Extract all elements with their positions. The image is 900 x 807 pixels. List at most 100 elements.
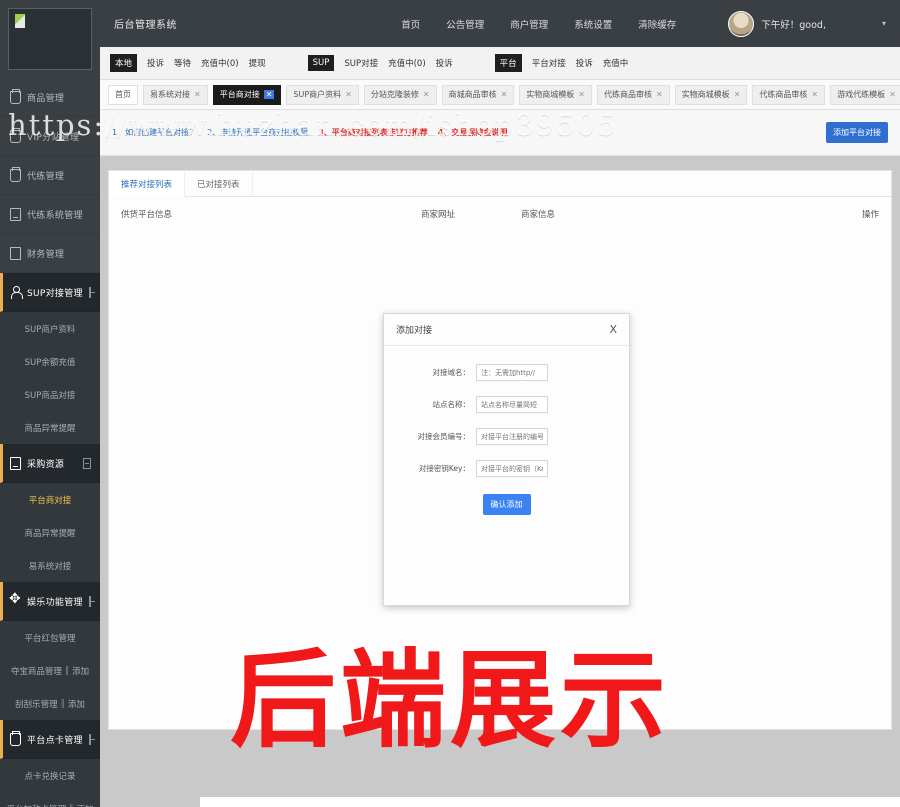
column-header-action: 操作 [861,210,879,220]
sidebar-subitem-label: 商品异常提醒 [24,423,76,434]
notice-link-4[interactable]: 4、交易保障金说明 [438,127,508,138]
sidebar-subitem-sup-merchant[interactable]: SUP商户资料 [0,312,100,345]
app-logo-icon [15,14,25,28]
close-icon[interactable]: ✕ [578,90,585,99]
sidebar-subitem-add-link[interactable]: 添加 [72,665,89,677]
sidebar-subitem-goods-exception[interactable]: 商品异常提醒 [0,516,100,549]
site-name-input[interactable] [476,396,548,413]
status-link-platform-recharging[interactable]: 充值中 [603,57,629,69]
tab-docked-list[interactable]: 已对接列表 [185,171,253,196]
sidebar-subitem-add-link[interactable]: 添加 [68,698,85,710]
add-platform-docking-button[interactable]: 添加平台对接 [826,122,888,143]
close-icon[interactable]: ✕ [656,90,663,99]
nav-home[interactable]: 首页 [401,17,420,31]
sidebar-item-purchase[interactable]: 采购资源 [0,444,100,483]
sidebar-subitem-scratch[interactable]: 刮刮乐管理 ‖ 添加 [0,687,100,720]
sidebar-item-label: 财务管理 [27,249,65,260]
tab-label: 实物商城模板 [526,90,575,99]
panel-tab-label: 已对接列表 [197,179,240,190]
notice-link-2[interactable]: 2、申请开通平台商对接权限 [207,127,308,138]
field-label-domain: 对接域名： [432,368,471,377]
top-nav: 首页 公告管理 商户管理 系统设置 清除缓存 下午好！good, ▾ [401,10,886,37]
close-icon[interactable]: ✕ [423,90,430,99]
close-icon[interactable]: ✕ [889,90,896,99]
sidebar-subitem-redpacket[interactable]: 平台红包管理 [0,621,100,654]
sidebar-item-boost-system[interactable]: 代练系统管理 [0,195,100,234]
sidebar-subitem-label: 易系统对接 [28,561,72,572]
close-icon[interactable]: ✕ [811,90,818,99]
sidebar-subitem-treasure[interactable]: 夺宝商品管理 ‖ 添加 [0,654,100,687]
status-link-waiting[interactable]: 等待 [174,57,191,69]
status-badge: 本地 [110,54,138,72]
collapse-icon[interactable] [88,733,96,745]
sidebar-subitem-add-link[interactable]: 添加 [76,803,93,807]
status-link-sup-docking[interactable]: SUP对接 [344,57,378,69]
form-row-sitename: 站点名称： [384,396,629,413]
sidebar-item-vip[interactable]: VIP分站管理 [0,117,100,156]
tab-physical-template[interactable]: 实物商城模板 ✕ [519,84,592,105]
close-icon[interactable]: ✕ [345,90,352,99]
tab-label: 首页 [115,90,131,99]
domain-input[interactable] [476,364,548,381]
notice-link-3[interactable]: 3、平台商对接列表非官方推荐 [318,127,428,138]
sidebar-item-goods[interactable]: 商品管理 [0,78,100,117]
sidebar-subitem-yi-system[interactable]: 易系统对接 [0,549,100,582]
divider: ‖ [64,665,70,676]
status-link-sup-recharging[interactable]: 充值中(0) [388,57,426,69]
nav-notice[interactable]: 公告管理 [446,17,484,31]
tab-subsite-clone[interactable]: 分站克隆装修 ✕ [363,84,437,105]
status-link-platform-docking[interactable]: 平台对接 [532,57,566,69]
modal-footer: 确认添加 [384,492,629,515]
collapse-icon[interactable] [83,457,91,469]
notice-link-1[interactable]: 1、如何创建平台对接？ [112,127,197,138]
tab-platform-docking[interactable]: 平台商对接 ✕ [212,84,282,105]
sidebar-subitem-label: 平台加款卡管理 [7,803,67,807]
user-icon [10,285,23,299]
tab-mall-audit[interactable]: 商城商品审核 ✕ [441,84,515,105]
column-header-supplier: 供货平台信息 [121,210,173,220]
status-link-platform-complaint[interactable]: 投诉 [576,57,593,69]
close-icon[interactable]: ✕ [734,90,741,99]
nav-settings[interactable]: 系统设置 [574,17,612,31]
sidebar-subitem-sup-goods[interactable]: SUP商品对接 [0,378,100,411]
close-icon[interactable]: ✕ [263,90,275,99]
cup-icon [10,731,21,746]
tab-game-boost-template[interactable]: 游戏代练模板 ✕ [830,84,900,105]
member-id-input[interactable] [476,428,548,445]
status-link-withdraw[interactable]: 提现 [249,57,266,69]
nav-merchant[interactable]: 商户管理 [510,17,548,31]
sidebar-subitem-sup-recharge[interactable]: SUP余额充值 [0,345,100,378]
cup-icon [10,167,21,182]
collapse-icon[interactable] [88,286,96,298]
tab-yi-system[interactable]: 易系统对接 ✕ [143,84,208,105]
sidebar-subitem-label: 平台红包管理 [24,633,76,644]
collapse-icon[interactable] [88,595,96,607]
chevron-down-icon[interactable]: ▾ [882,19,886,28]
tab-recommended-list[interactable]: 推荐对接列表 [109,171,186,197]
status-link-recharging[interactable]: 充值中(0) [201,57,239,69]
sidebar-subitem-card-records[interactable]: 点卡兑换记录 [0,759,100,792]
close-icon[interactable]: ✕ [501,90,508,99]
sidebar-item-finance[interactable]: 财务管理 [0,234,100,273]
user-menu[interactable]: 下午好！good, [728,10,826,37]
tab-boost-audit-2[interactable]: 代练商品审核 ✕ [752,84,826,105]
status-link-sup-complaint[interactable]: 投诉 [436,57,453,69]
sidebar-subitem-goods-alert[interactable]: 商品异常提醒 [0,411,100,444]
close-icon[interactable]: ✕ [194,90,201,99]
sidebar-item-boost[interactable]: 代练管理 [0,156,100,195]
tab-home[interactable]: 首页 [108,84,138,105]
sidebar-subitem-card-manage[interactable]: 平台加款卡管理 ‖ 添加 [0,792,100,807]
tab-physical-template-2[interactable]: 实物商城模板 ✕ [674,84,748,105]
secret-key-input[interactable] [476,460,548,477]
sidebar-item-entertainment[interactable]: 娱乐功能管理 [0,582,100,621]
sidebar-subitem-platform-docking[interactable]: 平台商对接 [0,483,100,516]
confirm-add-button[interactable]: 确认添加 [482,494,531,515]
nav-clear-cache[interactable]: 清除缓存 [638,17,676,31]
sidebar-item-sup[interactable]: SUP对接管理 [0,273,100,312]
close-icon[interactable]: X [609,323,617,336]
tab-sup-merchant[interactable]: SUP商户资料 ✕ [286,84,359,105]
sidebar-item-card[interactable]: 平台点卡管理 [0,720,100,759]
app-root: 商品管理 VIP分站管理 代练管理 代练系统管理 财务管理 SUP对接管理 SU… [0,0,900,807]
status-link-complaint[interactable]: 投诉 [147,57,164,69]
tab-boost-audit[interactable]: 代练商品审核 ✕ [596,84,670,105]
